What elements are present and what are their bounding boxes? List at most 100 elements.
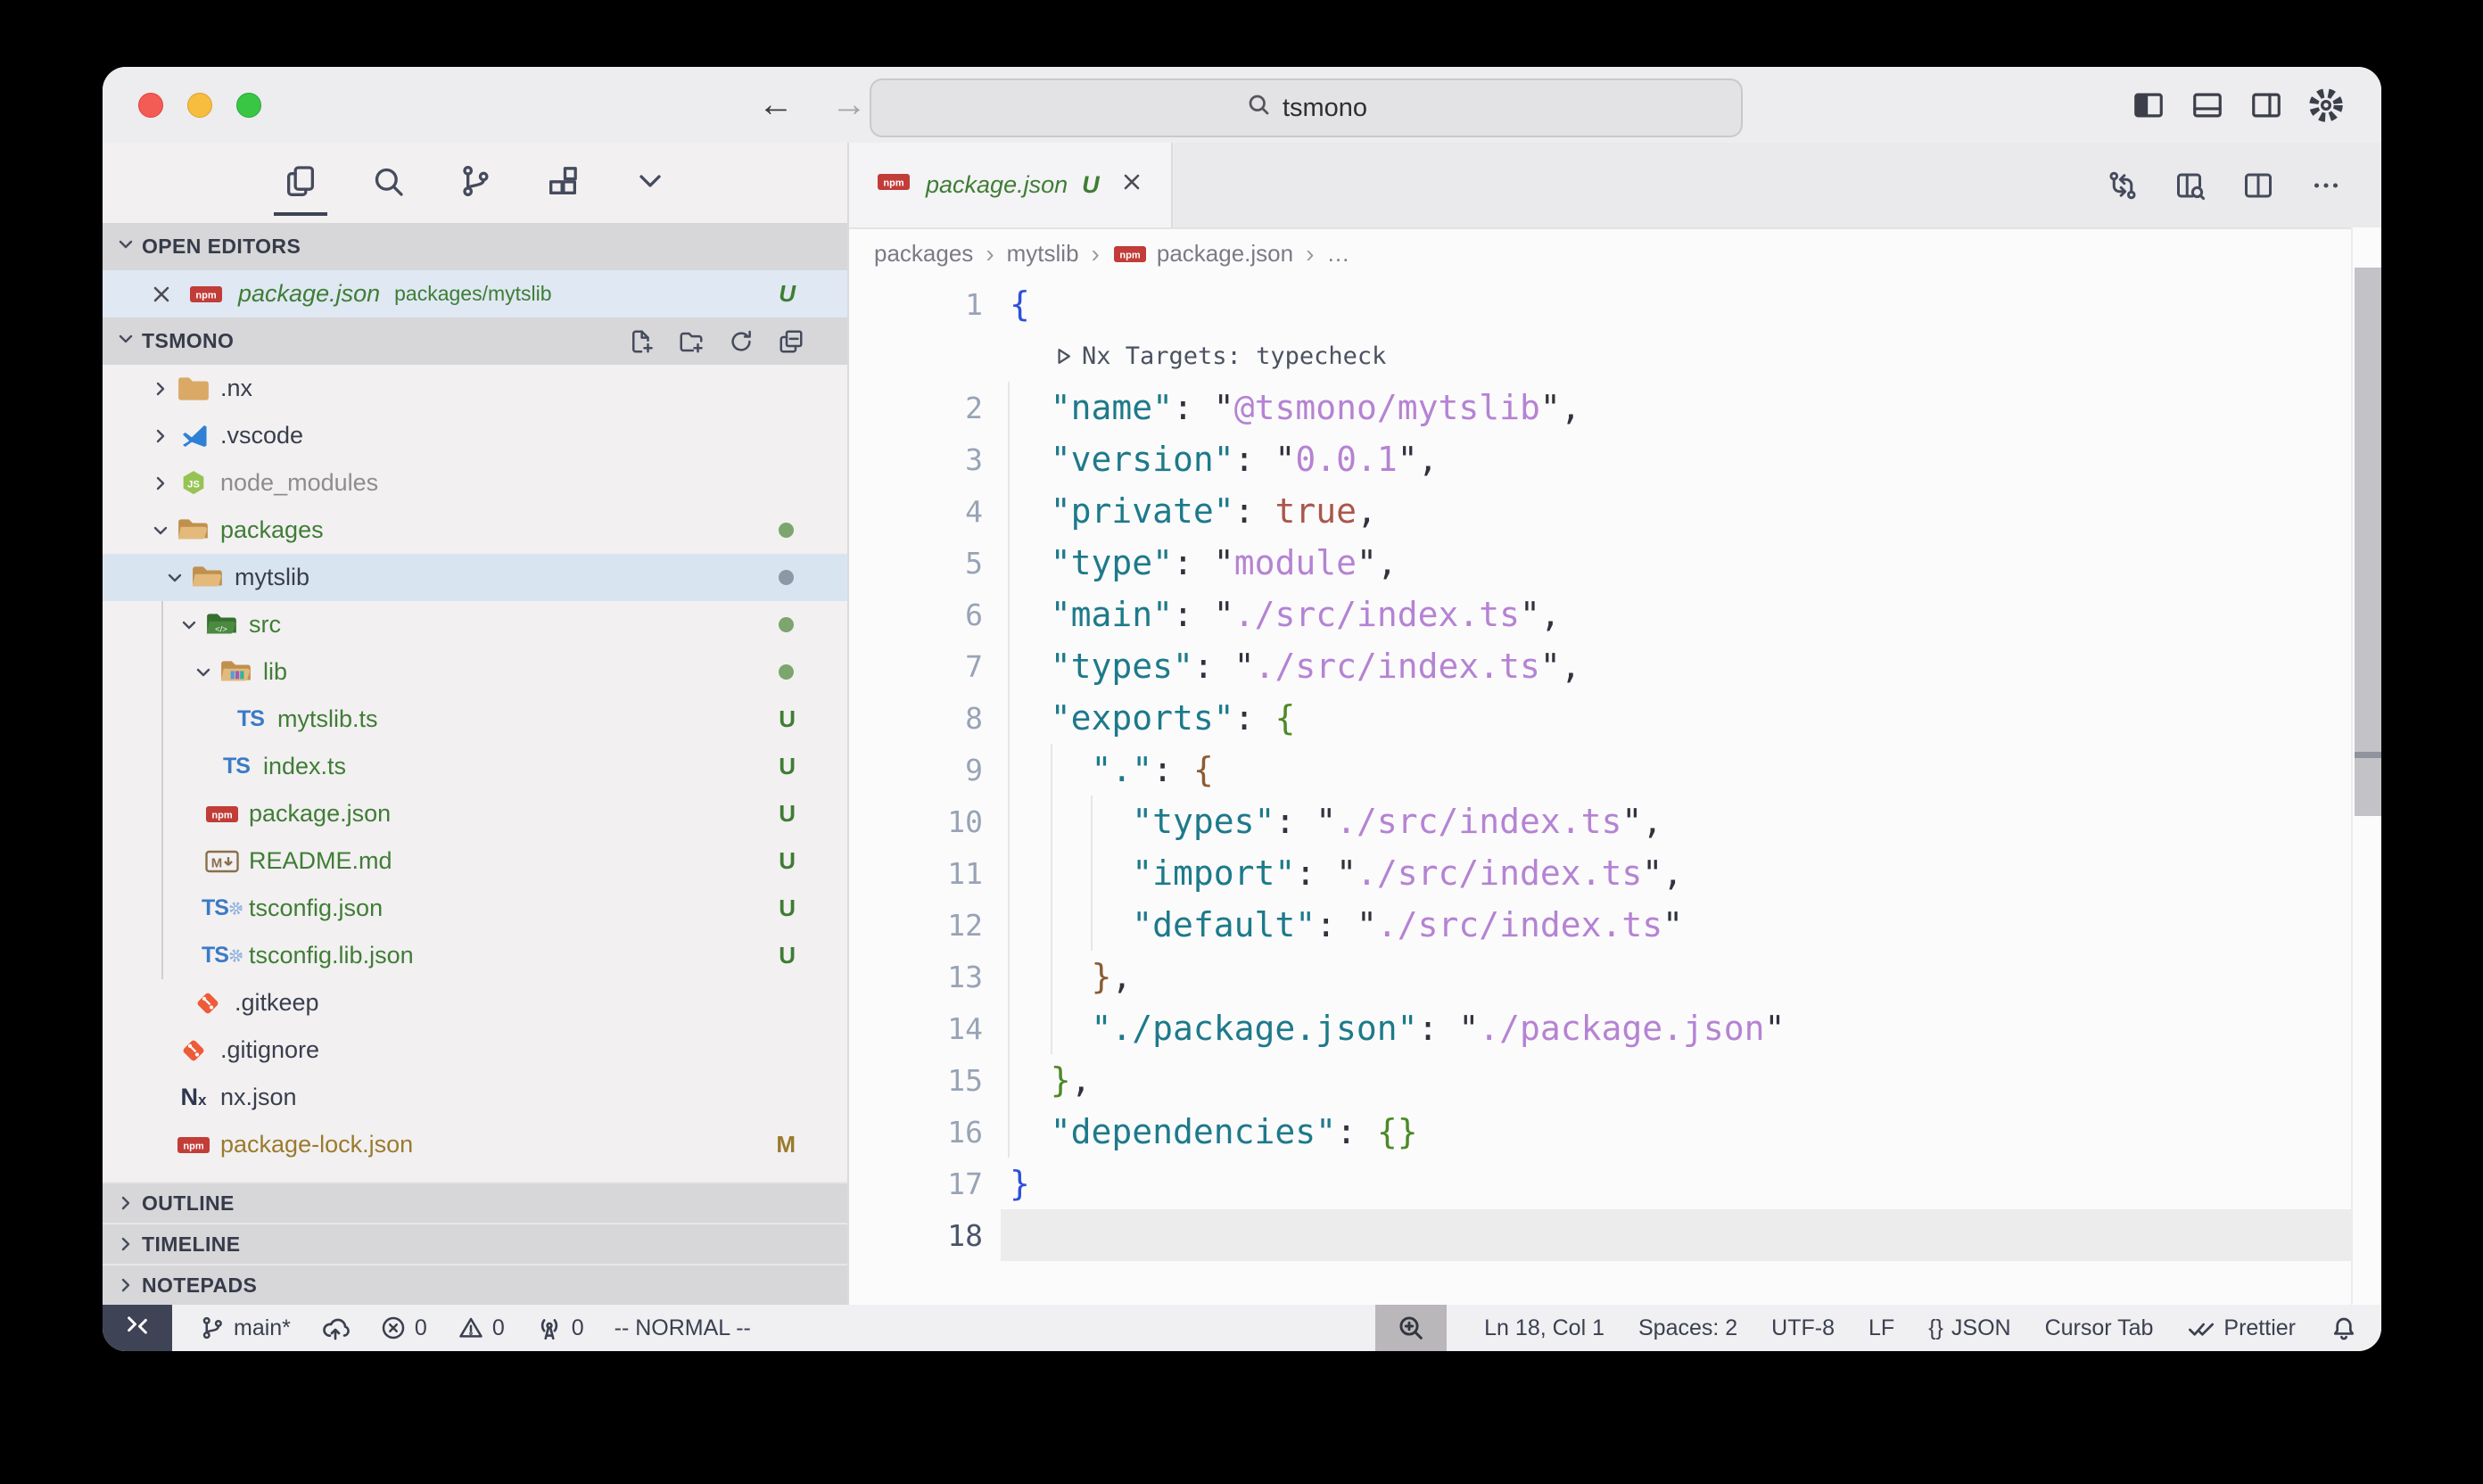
refresh-icon[interactable] [728, 328, 755, 355]
status-eol[interactable]: LF [1868, 1315, 1894, 1341]
tree-item-node-modules[interactable]: JSnode_modules [103, 459, 847, 507]
tree-item--gitignore[interactable]: .gitignore [103, 1026, 847, 1074]
collapse-all-icon[interactable] [778, 328, 804, 355]
breadcrumb-item[interactable]: packages [874, 240, 973, 268]
status-port-count[interactable]: 0 [535, 1314, 584, 1342]
code-line-6[interactable]: 6 "main": "./src/index.ts", [849, 589, 2381, 640]
project-name-label: TSMONO [142, 329, 234, 353]
status-indentation[interactable]: Spaces: 2 [1638, 1315, 1737, 1341]
zoom-window-button[interactable] [236, 93, 261, 118]
code-line-14[interactable]: 14 "./package.json": "./package.json" [849, 1002, 2381, 1054]
tree-item-package-json[interactable]: npmpackage.jsonU [103, 790, 847, 837]
toggle-primary-sidebar-icon[interactable] [2132, 88, 2165, 122]
tree-item-index-ts[interactable]: TSindex.tsU [103, 743, 847, 790]
tree-item-tsconfig-json[interactable]: TStsconfig.jsonU [103, 885, 847, 932]
code-line-16[interactable]: 16 "dependencies": {} [849, 1106, 2381, 1158]
editor-scrollbar [2351, 227, 2381, 1305]
tree-item--vscode[interactable]: .vscode [103, 412, 847, 459]
tree-chevron-icon [178, 614, 200, 636]
status-cursor-position[interactable]: Ln 18, Col 1 [1484, 1315, 1604, 1341]
code-line-8[interactable]: 8 "exports": { [849, 692, 2381, 744]
line-number: 10 [849, 796, 983, 847]
code-line-7[interactable]: 7 "types": "./src/index.ts", [849, 640, 2381, 692]
new-file-icon[interactable] [628, 328, 655, 355]
editor-action-preview-icon[interactable] [2174, 169, 2207, 202]
codelens-nx-targets[interactable]: Nx Targets: typecheck [849, 330, 2381, 382]
panel-header-notepads[interactable]: NOTEPADS [103, 1264, 847, 1305]
code-line-11[interactable]: 11 "import": "./src/index.ts", [849, 847, 2381, 899]
code-line-10[interactable]: 10 "types": "./src/index.ts", [849, 796, 2381, 847]
tree-item--gitkeep[interactable]: .gitkeep [103, 979, 847, 1026]
tree-item-tsconfig-lib-json[interactable]: TStsconfig.lib.jsonU [103, 932, 847, 979]
editor-action-more-icon[interactable] [2310, 169, 2342, 202]
status-formatter[interactable]: Prettier [2187, 1314, 2296, 1342]
code-editor[interactable]: 1{Nx Targets: typecheck2 "name": "@tsmon… [849, 278, 2381, 1305]
code-line-1[interactable]: 1{ [849, 278, 2381, 330]
status-notifications-bell[interactable] [2330, 1314, 2358, 1342]
open-editors-chevron-icon [115, 234, 136, 255]
breadcrumb-item[interactable]: mytslib [1007, 240, 1079, 268]
branch-icon [199, 1315, 226, 1341]
status-encoding[interactable]: UTF-8 [1771, 1315, 1835, 1341]
close-window-button[interactable] [138, 93, 163, 118]
toggle-secondary-sidebar-icon[interactable] [2249, 88, 2283, 122]
tree-item-packages[interactable]: packages [103, 507, 847, 554]
code-line-2[interactable]: 2 "name": "@tsmono/mytslib", [849, 382, 2381, 433]
code-line-18[interactable]: 18 [849, 1209, 2381, 1261]
code-line-12[interactable]: 12 "default": "./src/index.ts" [849, 899, 2381, 951]
open-editor-item[interactable]: npmpackage.jsonpackages/mytslibU [103, 270, 847, 317]
status-sync-changes[interactable] [321, 1314, 350, 1342]
titlebar: ← → tsmono [103, 67, 2381, 143]
remote-indicator[interactable] [103, 1305, 172, 1351]
panel-header-timeline[interactable]: TIMELINE [103, 1223, 847, 1264]
status-language-mode[interactable]: {}JSON [1928, 1315, 2010, 1341]
back-arrow-icon[interactable]: ← [758, 85, 794, 125]
toggle-panel-icon[interactable] [2190, 88, 2224, 122]
status-screencast-zoom[interactable] [1375, 1305, 1447, 1351]
code-line-17[interactable]: 17} [849, 1158, 2381, 1209]
status-vim-mode[interactable]: -- NORMAL -- [615, 1315, 751, 1341]
sidebar-view-chevron-down[interactable] [629, 158, 672, 209]
open-editors-header[interactable]: OPEN EDITORS [103, 223, 847, 270]
editor-action-compare-icon[interactable] [2107, 169, 2139, 202]
tree-item-lib[interactable]: lib [103, 648, 847, 696]
sidebar-view-layout[interactable] [541, 158, 584, 209]
editor-action-split-icon[interactable] [2242, 169, 2274, 202]
project-header[interactable]: TSMONO [103, 317, 847, 365]
close-editor-icon[interactable] [149, 282, 174, 307]
nx-icon: Nx [181, 1084, 207, 1111]
new-folder-icon[interactable] [678, 328, 705, 355]
svg-text:npm: npm [211, 810, 232, 820]
code-line-3[interactable]: 3 "version": "0.0.1", [849, 433, 2381, 485]
status-branch-indicator[interactable]: main* [199, 1315, 291, 1341]
tree-item-package-lock-json[interactable]: npmpackage-lock.jsonM [103, 1121, 847, 1168]
tree-item-mytslib[interactable]: mytslib [103, 554, 847, 601]
sidebar-view-source-control[interactable] [454, 158, 497, 209]
tree-item-readme-md[interactable]: MREADME.mdU [103, 837, 847, 885]
sidebar-view-search[interactable] [367, 158, 409, 209]
code-line-4[interactable]: 4 "private": true, [849, 485, 2381, 537]
breadcrumb-item[interactable]: … [1326, 240, 1349, 268]
settings-gear-icon[interactable] [2308, 87, 2344, 123]
status-warning-count[interactable]: 0 [458, 1315, 505, 1341]
tree-item-nx-json[interactable]: Nxnx.json [103, 1074, 847, 1121]
forward-arrow-icon[interactable]: → [831, 85, 867, 125]
code-line-15[interactable]: 15 }, [849, 1054, 2381, 1106]
panel-header-outline[interactable]: OUTLINE [103, 1182, 847, 1223]
status-error-count[interactable]: 0 [380, 1315, 427, 1341]
sidebar-view-files[interactable] [279, 158, 322, 209]
command-center-search[interactable]: tsmono [870, 78, 1743, 137]
code-line-5[interactable]: 5 "type": "module", [849, 537, 2381, 589]
status-cursor-tab[interactable]: Cursor Tab [2045, 1315, 2154, 1341]
code-line-9[interactable]: 9 ".": { [849, 744, 2381, 796]
code-line-13[interactable]: 13 }, [849, 951, 2381, 1002]
tab-package-json[interactable]: npm package.json U [849, 143, 1173, 227]
tree-item-mytslib-ts[interactable]: TSmytslib.tsU [103, 696, 847, 743]
scrollbar-thumb[interactable] [2355, 268, 2381, 816]
tree-item--nx[interactable]: .nx [103, 365, 847, 412]
breadcrumb-item[interactable]: npmpackage.json [1112, 240, 1293, 268]
tree-item-src[interactable]: </>src [103, 601, 847, 648]
minimize-window-button[interactable] [187, 93, 212, 118]
tree-item-label: src [249, 611, 281, 639]
tab-close-icon[interactable] [1119, 169, 1144, 201]
